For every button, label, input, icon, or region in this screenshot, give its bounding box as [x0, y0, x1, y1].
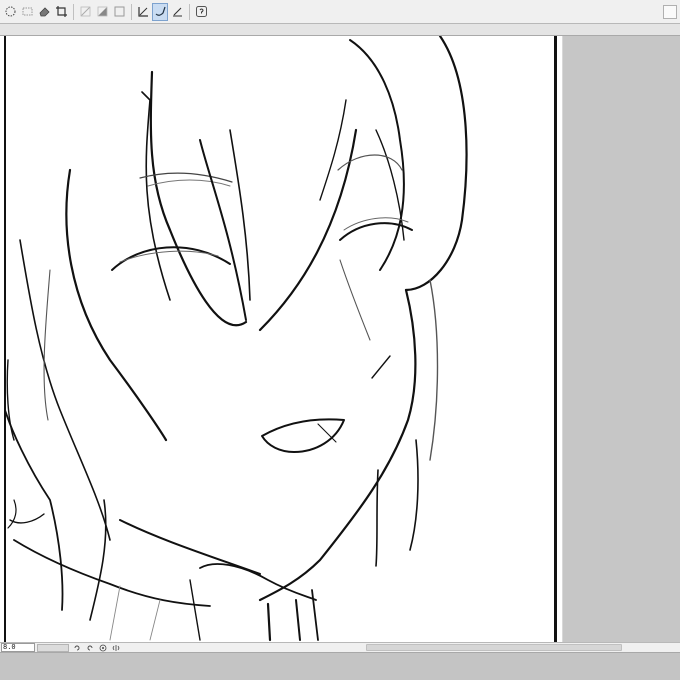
app-window: 8.0 — [0, 0, 680, 680]
zoom-input[interactable]: 8.0 — [1, 643, 35, 652]
bottom-panel — [0, 652, 680, 680]
side-panel — [562, 36, 680, 642]
canvas-edge-left — [4, 36, 6, 642]
lasso-icon[interactable] — [2, 3, 18, 21]
canvas-area[interactable] — [0, 36, 562, 642]
reset-view-icon[interactable] — [98, 643, 108, 652]
rotate-right-icon[interactable] — [85, 643, 95, 652]
status-bar: 8.0 — [0, 642, 680, 652]
line-art-drawing[interactable] — [6, 36, 554, 642]
ruler-icon[interactable] — [135, 3, 151, 21]
frame-icon[interactable] — [111, 3, 127, 21]
eraser-icon[interactable] — [36, 3, 52, 21]
fill-icon[interactable] — [77, 3, 93, 21]
pen-icon[interactable] — [169, 3, 185, 21]
crop-icon[interactable] — [53, 3, 69, 21]
tool-options-bar — [0, 0, 680, 24]
toolbar-separator — [73, 3, 74, 20]
workspace — [0, 36, 680, 642]
toolbar-separator — [189, 3, 190, 20]
gradient-icon[interactable] — [94, 3, 110, 21]
zoom-slider[interactable] — [37, 643, 69, 652]
horizontal-scrollbar[interactable] — [366, 644, 622, 651]
brush-icon[interactable] — [152, 2, 168, 21]
panel-toggle-button[interactable] — [663, 4, 677, 19]
help-icon[interactable] — [193, 3, 209, 21]
flip-icon[interactable] — [111, 643, 121, 652]
rect-select-icon[interactable] — [19, 3, 35, 21]
canvas-header-bar — [0, 24, 680, 36]
rotate-left-icon[interactable] — [72, 643, 82, 652]
toolbar-separator — [131, 3, 132, 20]
